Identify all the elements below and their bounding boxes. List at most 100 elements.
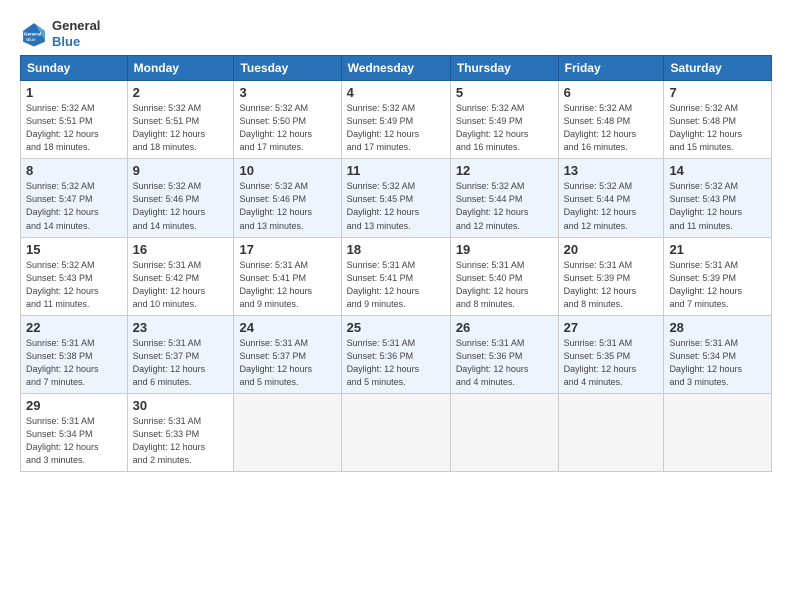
day-cell-18: 18 Sunrise: 5:31 AMSunset: 5:41 PMDayligh… <box>341 237 450 315</box>
day-number: 30 <box>133 398 229 413</box>
day-info: Sunrise: 5:32 AMSunset: 5:47 PMDaylight:… <box>26 180 122 232</box>
day-cell-30: 30 Sunrise: 5:31 AMSunset: 5:33 PMDayligh… <box>127 393 234 471</box>
empty-cell <box>450 393 558 471</box>
day-info: Sunrise: 5:31 AMSunset: 5:34 PMDaylight:… <box>26 415 122 467</box>
page: General Blue General Blue SundayMondayTu… <box>0 0 792 484</box>
day-number: 26 <box>456 320 553 335</box>
day-cell-17: 17Sunrise: 5:31 AMSunset: 5:41 PMDayligh… <box>234 237 341 315</box>
logo-text-general: General <box>52 18 100 34</box>
svg-text:General: General <box>24 31 41 36</box>
day-number: 5 <box>456 85 553 100</box>
empty-cell <box>664 393 772 471</box>
day-info: Sunrise: 5:32 AMSunset: 5:46 PMDaylight:… <box>239 180 335 232</box>
day-cell-13: 13Sunrise: 5:32 AMSunset: 5:44 PMDayligh… <box>558 159 664 237</box>
day-cell-11: 11 Sunrise: 5:32 AMSunset: 5:45 PMDayligh… <box>341 159 450 237</box>
day-info: Sunrise: 5:32 AMSunset: 5:51 PMDaylight:… <box>26 102 122 154</box>
day-cell-14: 14 Sunrise: 5:32 AMSunset: 5:43 PMDayligh… <box>664 159 772 237</box>
day-info: Sunrise: 5:32 AMSunset: 5:46 PMDaylight:… <box>133 180 229 232</box>
day-number: 24 <box>239 320 335 335</box>
day-number: 3 <box>239 85 335 100</box>
day-number: 10 <box>239 163 335 178</box>
empty-cell <box>341 393 450 471</box>
day-cell-9: 9 Sunrise: 5:32 AMSunset: 5:46 PMDaylight… <box>127 159 234 237</box>
day-info: Sunrise: 5:31 AMSunset: 5:40 PMDaylight:… <box>456 259 553 311</box>
svg-text:Blue: Blue <box>26 37 36 42</box>
day-number: 23 <box>133 320 229 335</box>
empty-cell <box>234 393 341 471</box>
empty-cell <box>558 393 664 471</box>
day-cell-23: 23 Sunrise: 5:31 AMSunset: 5:37 PMDayligh… <box>127 315 234 393</box>
week-row-2: 8 Sunrise: 5:32 AMSunset: 5:47 PMDaylight… <box>21 159 772 237</box>
day-number: 15 <box>26 242 122 257</box>
col-header-sunday: Sunday <box>21 56 128 81</box>
day-info: Sunrise: 5:31 AMSunset: 5:39 PMDaylight:… <box>564 259 659 311</box>
day-cell-10: 10 Sunrise: 5:32 AMSunset: 5:46 PMDayligh… <box>234 159 341 237</box>
day-number: 29 <box>26 398 122 413</box>
day-cell-22: 22 Sunrise: 5:31 AMSunset: 5:38 PMDayligh… <box>21 315 128 393</box>
day-number: 8 <box>26 163 122 178</box>
day-number: 2 <box>133 85 229 100</box>
day-info: Sunrise: 5:32 AMSunset: 5:43 PMDaylight:… <box>26 259 122 311</box>
day-number: 7 <box>669 85 766 100</box>
day-info: Sunrise: 5:32 AMSunset: 5:43 PMDaylight:… <box>669 180 766 232</box>
day-cell-24: 24 Sunrise: 5:31 AMSunset: 5:37 PMDayligh… <box>234 315 341 393</box>
day-number: 11 <box>347 163 445 178</box>
day-number: 14 <box>669 163 766 178</box>
calendar-header-row: SundayMondayTuesdayWednesdayThursdayFrid… <box>21 56 772 81</box>
day-info: Sunrise: 5:32 AMSunset: 5:44 PMDaylight:… <box>564 180 659 232</box>
day-cell-12: 12Sunrise: 5:32 AMSunset: 5:44 PMDayligh… <box>450 159 558 237</box>
day-info: Sunrise: 5:32 AMSunset: 5:51 PMDaylight:… <box>133 102 229 154</box>
week-row-3: 15 Sunrise: 5:32 AMSunset: 5:43 PMDayligh… <box>21 237 772 315</box>
day-cell-27: 27 Sunrise: 5:31 AMSunset: 5:35 PMDayligh… <box>558 315 664 393</box>
col-header-tuesday: Tuesday <box>234 56 341 81</box>
day-info: Sunrise: 5:31 AMSunset: 5:35 PMDaylight:… <box>564 337 659 389</box>
day-number: 1 <box>26 85 122 100</box>
header: General Blue General Blue <box>20 18 772 49</box>
day-info: Sunrise: 5:31 AMSunset: 5:33 PMDaylight:… <box>133 415 229 467</box>
col-header-monday: Monday <box>127 56 234 81</box>
day-cell-25: 25 Sunrise: 5:31 AMSunset: 5:36 PMDayligh… <box>341 315 450 393</box>
day-cell-20: 20 Sunrise: 5:31 AMSunset: 5:39 PMDayligh… <box>558 237 664 315</box>
col-header-thursday: Thursday <box>450 56 558 81</box>
day-number: 25 <box>347 320 445 335</box>
week-row-4: 22 Sunrise: 5:31 AMSunset: 5:38 PMDayligh… <box>21 315 772 393</box>
logo-text-blue: Blue <box>52 34 100 50</box>
day-cell-29: 29 Sunrise: 5:31 AMSunset: 5:34 PMDayligh… <box>21 393 128 471</box>
calendar-table: SundayMondayTuesdayWednesdayThursdayFrid… <box>20 55 772 472</box>
day-info: Sunrise: 5:31 AMSunset: 5:34 PMDaylight:… <box>669 337 766 389</box>
day-info: Sunrise: 5:31 AMSunset: 5:37 PMDaylight:… <box>239 337 335 389</box>
logo: General Blue General Blue <box>20 18 100 49</box>
day-cell-15: 15 Sunrise: 5:32 AMSunset: 5:43 PMDayligh… <box>21 237 128 315</box>
day-number: 9 <box>133 163 229 178</box>
day-cell-7: 7 Sunrise: 5:32 AMSunset: 5:48 PMDaylight… <box>664 81 772 159</box>
day-cell-2: 2 Sunrise: 5:32 AMSunset: 5:51 PMDaylight… <box>127 81 234 159</box>
day-info: Sunrise: 5:31 AMSunset: 5:41 PMDaylight:… <box>347 259 445 311</box>
day-cell-26: 26 Sunrise: 5:31 AMSunset: 5:36 PMDayligh… <box>450 315 558 393</box>
day-info: Sunrise: 5:31 AMSunset: 5:38 PMDaylight:… <box>26 337 122 389</box>
day-info: Sunrise: 5:32 AMSunset: 5:50 PMDaylight:… <box>239 102 335 154</box>
day-info: Sunrise: 5:32 AMSunset: 5:49 PMDaylight:… <box>347 102 445 154</box>
day-info: Sunrise: 5:32 AMSunset: 5:44 PMDaylight:… <box>456 180 553 232</box>
day-info: Sunrise: 5:32 AMSunset: 5:48 PMDaylight:… <box>669 102 766 154</box>
day-cell-21: 21Sunrise: 5:31 AMSunset: 5:39 PMDayligh… <box>664 237 772 315</box>
day-number: 20 <box>564 242 659 257</box>
day-cell-28: 28Sunrise: 5:31 AMSunset: 5:34 PMDayligh… <box>664 315 772 393</box>
day-cell-6: 6Sunrise: 5:32 AMSunset: 5:48 PMDaylight… <box>558 81 664 159</box>
day-cell-5: 5Sunrise: 5:32 AMSunset: 5:49 PMDaylight… <box>450 81 558 159</box>
day-info: Sunrise: 5:31 AMSunset: 5:37 PMDaylight:… <box>133 337 229 389</box>
day-number: 16 <box>133 242 229 257</box>
day-number: 4 <box>347 85 445 100</box>
day-cell-19: 19 Sunrise: 5:31 AMSunset: 5:40 PMDayligh… <box>450 237 558 315</box>
day-number: 19 <box>456 242 553 257</box>
day-number: 22 <box>26 320 122 335</box>
week-row-1: 1 Sunrise: 5:32 AMSunset: 5:51 PMDaylight… <box>21 81 772 159</box>
day-info: Sunrise: 5:31 AMSunset: 5:42 PMDaylight:… <box>133 259 229 311</box>
day-info: Sunrise: 5:31 AMSunset: 5:36 PMDaylight:… <box>347 337 445 389</box>
col-header-wednesday: Wednesday <box>341 56 450 81</box>
day-info: Sunrise: 5:32 AMSunset: 5:45 PMDaylight:… <box>347 180 445 232</box>
day-info: Sunrise: 5:31 AMSunset: 5:36 PMDaylight:… <box>456 337 553 389</box>
day-number: 27 <box>564 320 659 335</box>
day-number: 18 <box>347 242 445 257</box>
day-cell-1: 1 Sunrise: 5:32 AMSunset: 5:51 PMDaylight… <box>21 81 128 159</box>
day-number: 17 <box>239 242 335 257</box>
